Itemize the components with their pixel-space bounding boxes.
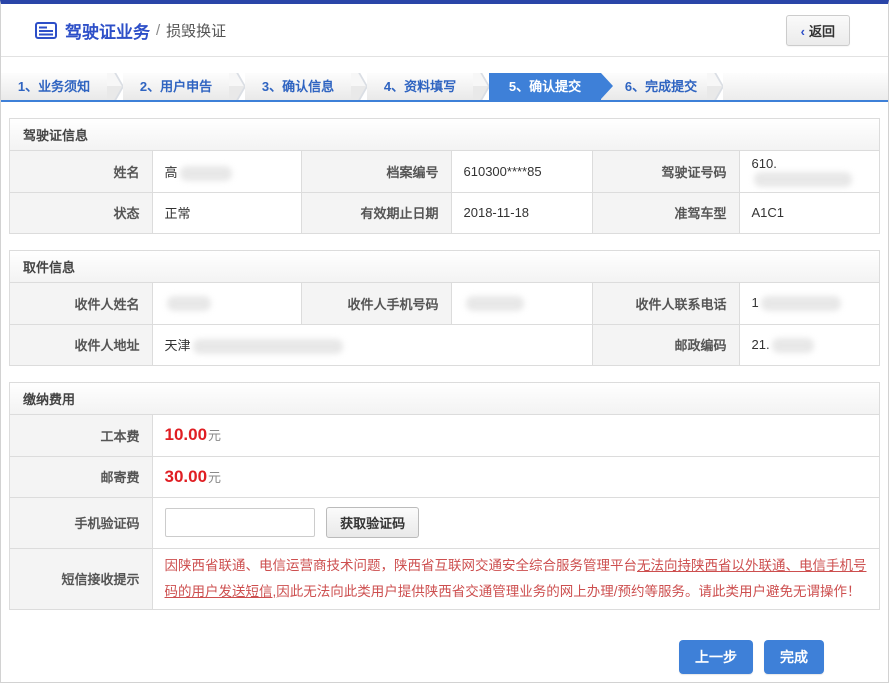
sms-code-input[interactable]: [165, 508, 315, 537]
vehicle-class-value: A1C1: [739, 192, 879, 233]
breadcrumb-separator: /: [156, 22, 160, 39]
step-separator-icon: [473, 73, 489, 100]
file-no-value: 610300****85: [451, 151, 592, 192]
sms-code-cell: 获取验证码: [152, 497, 879, 548]
step-separator-icon: [707, 73, 723, 100]
fees-table: 工本费 10.00元 邮寄费 30.00元 手机验证码 获取验证码 短信接收提示: [10, 415, 879, 609]
redaction-blur: [772, 338, 814, 353]
get-sms-code-button[interactable]: 获取验证码: [326, 507, 419, 538]
license-card-icon: [35, 22, 57, 39]
redaction-blur: [180, 166, 232, 181]
pickup-info-section: 取件信息 收件人姓名 收件人手机号码 收件人联系电话 1 收件人地址 天津 邮政…: [9, 250, 880, 366]
stepbar-filler: [723, 73, 888, 100]
sms-code-label: 手机验证码: [10, 497, 152, 548]
production-fee-value: 10.00元: [152, 415, 879, 456]
step-separator-icon: [351, 73, 367, 100]
fees-section: 缴纳费用 工本费 10.00元 邮寄费 30.00元 手机验证码 获取验证码: [9, 382, 880, 610]
wizard-steps: 1、业务须知 2、用户申告 3、确认信息 4、资料填写 5、确认提交 6、完成提…: [1, 73, 888, 102]
redaction-blur: [193, 339, 343, 354]
step-2-declaration[interactable]: 2、用户申告: [123, 73, 229, 100]
back-chevron-icon: ‹: [801, 24, 805, 39]
table-row: 姓名 高 档案编号 610300****85 驾驶证号码 610.: [10, 151, 879, 192]
status-label: 状态: [10, 192, 152, 233]
page-header: 驾驶证业务 / 损毁换证 ‹ 返回: [1, 4, 888, 57]
table-row: 短信接收提示 因陕西省联通、电信运营商技术问题，陕西省互联网交通安全综合服务管理…: [10, 548, 879, 609]
step-6-complete[interactable]: 6、完成提交: [601, 73, 707, 100]
file-no-label: 档案编号: [301, 151, 451, 192]
step-5-confirm-submit[interactable]: 5、确认提交: [489, 73, 601, 100]
sms-notice-cell: 因陕西省联通、电信运营商技术问题，陕西省互联网交通安全综合服务管理平台无法向持陕…: [152, 548, 879, 609]
license-no-label: 驾驶证号码: [592, 151, 739, 192]
expiry-label: 有效期止日期: [301, 192, 451, 233]
back-button[interactable]: ‹ 返回: [786, 15, 850, 46]
license-info-section: 驾驶证信息 姓名 高 档案编号 610300****85 驾驶证号码 610. …: [9, 118, 880, 234]
redaction-blur: [466, 296, 524, 311]
step-4-fill-data[interactable]: 4、资料填写: [367, 73, 473, 100]
pickup-info-table: 收件人姓名 收件人手机号码 收件人联系电话 1 收件人地址 天津 邮政编码 21…: [10, 283, 879, 365]
recipient-name-label: 收件人姓名: [10, 283, 152, 324]
fee-unit: 元: [208, 428, 221, 443]
expiry-value: 2018-11-18: [451, 192, 592, 233]
recipient-phone-label: 收件人联系电话: [592, 283, 739, 324]
address-label: 收件人地址: [10, 324, 152, 365]
footer-actions: 上一步 完成: [1, 640, 824, 674]
name-value: 高: [152, 151, 301, 192]
recipient-mobile-value: [451, 283, 592, 324]
page: 驾驶证业务 / 损毁换证 ‹ 返回 1、业务须知 2、用户申告 3、确认信息 4、…: [0, 0, 889, 683]
step-1-notice[interactable]: 1、业务须知: [1, 73, 107, 100]
table-row: 状态 正常 有效期止日期 2018-11-18 准驾车型 A1C1: [10, 192, 879, 233]
redaction-blur: [761, 296, 841, 311]
breadcrumb-current: 损毁换证: [166, 20, 226, 41]
section-title-fees: 缴纳费用: [10, 383, 879, 415]
fee-unit: 元: [208, 470, 221, 485]
vehicle-class-label: 准驾车型: [592, 192, 739, 233]
table-row: 邮寄费 30.00元: [10, 456, 879, 497]
recipient-phone-value: 1: [739, 283, 879, 324]
table-row: 收件人姓名 收件人手机号码 收件人联系电话 1: [10, 283, 879, 324]
status-value: 正常: [152, 192, 301, 233]
mailing-fee-value: 30.00元: [152, 456, 879, 497]
finish-button[interactable]: 完成: [764, 640, 824, 674]
table-row: 收件人地址 天津 邮政编码 21.: [10, 324, 879, 365]
section-title-license: 驾驶证信息: [10, 119, 879, 151]
step-separator-icon: [107, 73, 123, 100]
name-label: 姓名: [10, 151, 152, 192]
license-info-table: 姓名 高 档案编号 610300****85 驾驶证号码 610. 状态 正常 …: [10, 151, 879, 233]
previous-step-button[interactable]: 上一步: [679, 640, 753, 674]
recipient-name-value: [152, 283, 301, 324]
redaction-blur: [167, 296, 211, 311]
step-3-confirm-info[interactable]: 3、确认信息: [245, 73, 351, 100]
mailing-fee-label: 邮寄费: [10, 456, 152, 497]
postcode-label: 邮政编码: [592, 324, 739, 365]
page-title: 驾驶证业务: [65, 18, 150, 43]
step-separator-icon: [229, 73, 245, 100]
postcode-value: 21.: [739, 324, 879, 365]
production-fee-label: 工本费: [10, 415, 152, 456]
license-no-value: 610.: [739, 151, 879, 192]
recipient-mobile-label: 收件人手机号码: [301, 283, 451, 324]
sms-notice-label: 短信接收提示: [10, 548, 152, 609]
sms-notice-text: 因陕西省联通、电信运营商技术问题，陕西省互联网交通安全综合服务管理平台无法向持陕…: [165, 553, 868, 605]
section-title-pickup: 取件信息: [10, 251, 879, 283]
table-row: 手机验证码 获取验证码: [10, 497, 879, 548]
address-value: 天津: [152, 324, 592, 365]
redaction-blur: [754, 172, 852, 187]
table-row: 工本费 10.00元: [10, 415, 879, 456]
back-button-label: 返回: [809, 24, 835, 39]
content-area: 驾驶证信息 姓名 高 档案编号 610300****85 驾驶证号码 610. …: [1, 118, 888, 610]
